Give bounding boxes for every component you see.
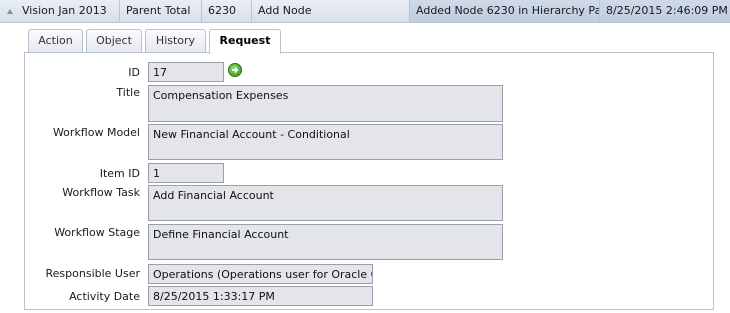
workflow-stage-field[interactable]: Define Financial Account [148,224,503,260]
header-cell-description: Added Node 6230 in Hierarchy Parent [410,0,600,22]
tab-history[interactable]: History [145,29,206,52]
title-label: Title [116,86,140,99]
history-header-row[interactable]: Vision Jan 2013 Parent Total 6230 Add No… [0,0,730,23]
header-cell-timestamp: 8/25/2015 2:46:09 PM [600,0,730,22]
workflow-task-label: Workflow Task [62,186,140,199]
responsible-user-field[interactable]: Operations (Operations user for Oracle G… [148,264,373,284]
tab-object[interactable]: Object [86,29,142,52]
workflow-model-field[interactable]: New Financial Account - Conditional [148,124,503,160]
id-label: ID [128,66,140,79]
title-field[interactable]: Compensation Expenses [148,85,503,122]
tab-request[interactable]: Request [209,29,281,54]
header-cell-action: Add Node [252,0,410,22]
header-cell-version: Vision Jan 2013 [0,0,120,22]
responsible-user-label: Responsible User [45,267,141,280]
tab-action[interactable]: Action [28,29,83,52]
item-id-label: Item ID [99,167,140,180]
activity-date-field[interactable]: 8/25/2015 1:33:17 PM [148,286,373,306]
header-cell-node: Parent Total [120,0,202,22]
workflow-task-field[interactable]: Add Financial Account [148,185,503,221]
workflow-model-label: Workflow Model [52,126,140,139]
activity-date-label: Activity Date [69,290,140,303]
header-cell-id: 6230 [202,0,252,22]
id-field[interactable]: 17 [148,62,224,82]
item-id-field[interactable]: 1 [148,163,224,183]
workflow-stage-label: Workflow Stage [54,226,140,239]
go-arrow-icon[interactable] [228,63,242,77]
